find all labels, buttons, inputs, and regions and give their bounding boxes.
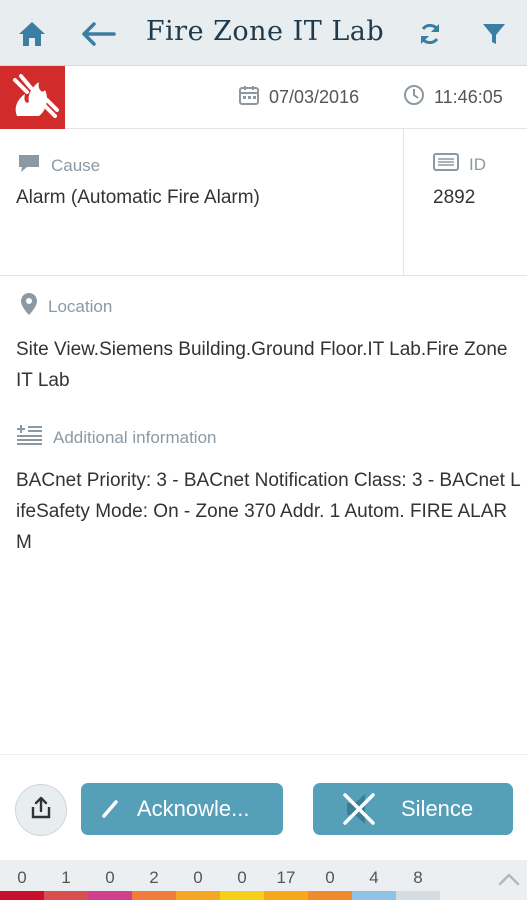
cause-panel: Cause Alarm (Automatic Fire Alarm) <box>0 129 404 275</box>
additional-info-label: Additional information <box>17 423 216 452</box>
comment-icon <box>17 153 41 178</box>
cause-id-section: Cause Alarm (Automatic Fire Alarm) ID 28… <box>0 129 527 276</box>
counter-value[interactable]: 0 <box>88 868 132 888</box>
speaker-mute-icon <box>339 789 379 829</box>
header-bar: Fire Zone IT Lab <box>0 0 527 66</box>
event-info-bar: 07/03/2016 11:46:05 <box>0 66 527 129</box>
chevron-up-icon[interactable] <box>494 868 524 890</box>
back-arrow-icon[interactable] <box>78 14 118 54</box>
counter-value[interactable]: 17 <box>264 868 308 888</box>
counter-color-bar <box>176 891 220 900</box>
cause-label: Cause <box>17 153 100 178</box>
counter-color-bar <box>308 891 352 900</box>
id-card-icon <box>433 153 459 176</box>
home-icon[interactable] <box>12 14 52 54</box>
counter-color-bar <box>44 891 88 900</box>
filter-icon[interactable] <box>474 14 514 54</box>
share-button[interactable] <box>15 784 67 836</box>
id-label: ID <box>433 153 486 176</box>
counter-value[interactable]: 4 <box>352 868 396 888</box>
share-icon <box>29 796 53 825</box>
pencil-icon <box>91 789 131 829</box>
counter-value[interactable]: 2 <box>132 868 176 888</box>
counter-value[interactable]: 8 <box>396 868 440 888</box>
event-counter-strip: 0 1 0 2 0 0 17 0 4 8 <box>0 860 527 900</box>
counter-color-bar <box>0 891 44 900</box>
id-value: 2892 <box>433 187 476 208</box>
event-time: 11:46:05 <box>403 84 503 111</box>
counter-value[interactable]: 0 <box>308 868 352 888</box>
map-pin-icon <box>20 292 38 321</box>
acknowledge-button[interactable]: Acknowle... <box>81 783 283 835</box>
additional-info-value: BACnet Priority: 3 - BACnet Notification… <box>16 470 521 553</box>
counter-value[interactable]: 0 <box>0 868 44 888</box>
counter-value[interactable]: 0 <box>176 868 220 888</box>
counter-color-bar <box>132 891 176 900</box>
action-bar: Acknowle... Silence <box>0 754 527 860</box>
fire-icon <box>0 66 65 129</box>
counter-value[interactable]: 1 <box>44 868 88 888</box>
counter-color-bar <box>396 891 440 900</box>
counter-value[interactable]: 0 <box>220 868 264 888</box>
cause-value: Alarm (Automatic Fire Alarm) <box>16 187 260 208</box>
counter-color-bar <box>88 891 132 900</box>
location-value: Site View.Siemens Building.Ground Floor.… <box>16 339 508 391</box>
event-date: 07/03/2016 <box>238 84 359 111</box>
list-add-icon <box>17 423 43 452</box>
counter-color-bar <box>264 891 308 900</box>
refresh-icon[interactable] <box>410 14 450 54</box>
location-label: Location <box>20 292 112 321</box>
counter-color-bar <box>352 891 396 900</box>
clock-icon <box>403 84 425 111</box>
id-panel: ID 2892 <box>405 129 527 275</box>
date-value: 07/03/2016 <box>269 87 360 107</box>
page-title: Fire Zone IT Lab <box>145 16 385 47</box>
silence-button[interactable]: Silence <box>313 783 513 835</box>
calendar-icon <box>238 84 260 111</box>
time-value: 11:46:05 <box>434 87 503 107</box>
counter-color-bar <box>220 891 264 900</box>
